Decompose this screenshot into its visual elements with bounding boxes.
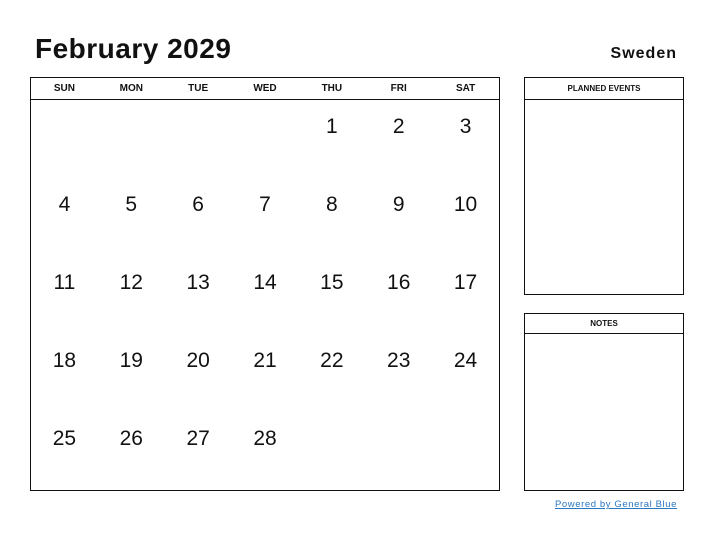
day-cell: 13 <box>186 271 210 294</box>
day-cell <box>365 412 432 490</box>
calendar-grid: SUN MON TUE WED THU FRI SAT 1 2 3 4 5 6 7 8 9 10 1… <box>30 77 500 491</box>
day-cell: 24 <box>453 349 478 372</box>
weekday-label: SAT <box>455 83 476 94</box>
weekday-header: SUN MON TUE WED THU FRI SAT <box>31 78 499 100</box>
day-cell: 3 <box>459 115 472 138</box>
day-cell: 9 <box>392 193 405 216</box>
day-cell: 7 <box>259 193 271 216</box>
day-cell: 28 <box>253 427 277 450</box>
powered-by-link[interactable]: Powered by General Blue <box>555 499 677 510</box>
day-cell: 6 <box>192 193 204 216</box>
day-cell: 16 <box>387 271 411 294</box>
weekday-label: TUE <box>188 83 209 94</box>
day-cell: 10 <box>453 193 478 216</box>
day-cell: 21 <box>253 349 277 372</box>
day-cell: 18 <box>52 349 77 372</box>
day-cell: 4 <box>58 193 71 216</box>
day-cell: 5 <box>125 193 138 216</box>
day-cell: 19 <box>119 349 143 372</box>
day-cell: 11 <box>53 271 76 294</box>
weekday-label: WED <box>253 83 277 94</box>
weekday-label: SUN <box>53 83 75 94</box>
weekday-label: THU <box>321 83 343 94</box>
planned-events-panel: PLANNED EVENTS <box>524 77 684 295</box>
weekday-label: FRI <box>390 83 407 94</box>
day-cell: 2 <box>392 115 405 138</box>
day-cell: 12 <box>119 271 143 294</box>
day-cell <box>432 412 499 490</box>
planned-events-heading: PLANNED EVENTS <box>525 78 683 100</box>
notes-heading: NOTES <box>525 314 683 334</box>
country-label: Sweden <box>610 45 677 62</box>
day-cell <box>298 412 365 490</box>
page-title: February 2029 <box>35 33 232 64</box>
day-cell: 26 <box>119 427 143 450</box>
day-cell: 15 <box>320 271 344 294</box>
day-cell: 17 <box>453 271 478 294</box>
day-cell: 22 <box>320 349 344 372</box>
weekday-label: MON <box>119 83 143 94</box>
day-cell: 8 <box>326 193 338 216</box>
day-cell: 27 <box>186 427 210 450</box>
day-cell: 14 <box>253 271 277 294</box>
day-cell: 20 <box>186 349 210 372</box>
day-cell <box>31 100 98 178</box>
calendar-body: 1 2 3 4 5 6 7 8 9 10 11 12 13 14 15 16 17 18 19 20 21 22 23 24 2… <box>31 100 499 490</box>
day-cell <box>165 100 232 178</box>
day-cell: 25 <box>52 427 77 450</box>
notes-panel: NOTES <box>524 313 684 491</box>
day-cell: 23 <box>387 349 411 372</box>
day-cell <box>98 100 165 178</box>
day-cell <box>232 100 299 178</box>
day-cell: 1 <box>326 115 338 138</box>
